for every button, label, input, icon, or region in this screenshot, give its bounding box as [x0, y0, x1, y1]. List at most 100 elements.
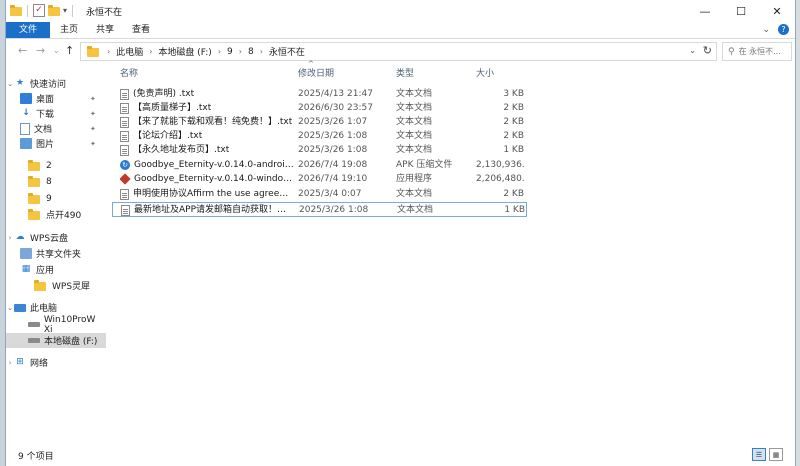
nav-desktop[interactable]: 桌面 ✦ — [6, 91, 106, 106]
file-date: 2026/7/4 19:08 — [298, 160, 368, 170]
nav-this-pc[interactable]: ⌄ 此电脑 — [6, 300, 106, 315]
nav-label: 桌面 — [36, 95, 55, 105]
properties-icon[interactable]: ✓ — [33, 4, 45, 17]
file-type: 文本文档 — [396, 89, 433, 99]
file-size: 2 KB — [503, 189, 524, 199]
tab-share[interactable]: 共享 — [86, 22, 124, 38]
column-header-name[interactable]: 名称 — [120, 66, 138, 82]
file-type: 文本文档 — [396, 103, 433, 113]
breadcrumb-this-pc[interactable]: 此电脑 — [116, 45, 143, 58]
nav-wps-cloud[interactable]: › ☁ WPS云盘 — [6, 230, 106, 245]
back-button[interactable]: ← — [18, 44, 27, 57]
chevron-right-icon: › — [238, 47, 242, 56]
breadcrumb-drive[interactable]: 本地磁盘 (F:) — [158, 45, 211, 58]
file-date: 2025/3/26 1:08 — [298, 145, 368, 155]
column-header-type[interactable]: 类型 — [396, 66, 414, 82]
pin-icon: ✦ — [90, 139, 96, 148]
file-name: 【高质量梯子】.txt — [133, 103, 212, 113]
nav-documents[interactable]: 文档 ✦ — [6, 121, 106, 136]
txt-file-icon — [120, 188, 129, 200]
file-row[interactable]: ↻ Goodbye_Eternity-v.0.14.0-android.apk 2… — [112, 158, 526, 172]
chevron-right-icon: › — [217, 47, 222, 56]
file-type: 文本文档 — [396, 131, 433, 141]
forward-button[interactable]: → — [36, 44, 45, 57]
search-icon: ⚲ — [728, 46, 735, 57]
folder-icon — [34, 280, 46, 291]
file-size: 2 KB — [503, 117, 524, 127]
nav-label: 文档 — [34, 125, 53, 135]
file-type: 文本文档 — [396, 189, 433, 199]
nav-folder-490[interactable]: 点开490 — [6, 207, 106, 222]
close-button[interactable]: ✕ — [759, 0, 795, 22]
column-header-size[interactable]: 大小 — [476, 66, 494, 82]
file-size: 3 KB — [503, 89, 524, 99]
nav-downloads[interactable]: ↓ 下载 ✦ — [6, 106, 106, 121]
file-row[interactable]: 最新地址及APP请发邮箱自动获取！！！... 2025/3/26 1:08 文本… — [112, 202, 527, 217]
breadcrumb-current[interactable]: 永恒不在 — [269, 45, 305, 58]
details-view-icon[interactable]: ☰ — [752, 448, 766, 461]
nav-win10-drive[interactable]: Win10ProW Xi — [6, 315, 106, 335]
tab-file[interactable]: 文件 — [6, 22, 50, 38]
up-button[interactable]: ↑ — [65, 44, 74, 57]
column-header-date[interactable]: 修改日期 — [298, 66, 334, 82]
breadcrumb-9[interactable]: 9 — [227, 47, 233, 57]
nav-label: 共享文件夹 — [36, 250, 82, 260]
chevron-down-icon[interactable]: ⌄ — [6, 304, 14, 312]
file-row[interactable]: 【高质量梯子】.txt 2026/6/30 23:57 文本文档 2 KB — [112, 101, 526, 115]
file-date: 2026/7/4 19:10 — [298, 174, 368, 184]
status-bar: 9 个项目 ☰ ▦ — [6, 446, 795, 466]
file-date: 2025/3/4 0:07 — [298, 189, 362, 199]
pin-icon: ✦ — [90, 94, 96, 103]
chevron-down-icon[interactable]: ⌄ — [689, 46, 696, 55]
refresh-icon[interactable]: ↻ — [703, 44, 712, 57]
maximize-button[interactable]: ☐ — [723, 0, 759, 22]
expand-ribbon-icon[interactable]: ⌄ — [762, 25, 770, 35]
nav-local-disk-f[interactable]: 本地磁盘 (F:) — [6, 333, 106, 348]
address-bar[interactable]: › 此电脑 › 本地磁盘 (F:) › 9 › 8 › 永恒不在 ⌄ ↻ — [80, 42, 717, 61]
nav-pictures[interactable]: 图片 ✦ — [6, 136, 106, 151]
file-name: 【永久地址发布页】.txt — [133, 145, 230, 155]
nav-apps[interactable]: ▦ 应用 — [6, 262, 106, 277]
computer-icon — [14, 303, 26, 312]
file-name: 申明使用协议Affirm the use agreemen... — [133, 189, 294, 199]
file-row[interactable]: 申明使用协议Affirm the use agreemen... 2025/3/… — [112, 187, 526, 201]
chevron-right-icon[interactable]: › — [6, 359, 14, 367]
chevron-right-icon[interactable]: › — [6, 234, 14, 242]
chevron-right-icon: › — [259, 47, 263, 56]
new-folder-icon[interactable] — [48, 5, 60, 16]
nav-label: 本地磁盘 (F:) — [44, 337, 98, 347]
help-icon[interactable]: ? — [778, 24, 789, 35]
file-row[interactable]: (免责声明) .txt 2025/4/13 21:47 文本文档 3 KB — [112, 87, 526, 101]
txt-file-icon — [120, 116, 129, 128]
chevron-down-icon[interactable]: ⌄ — [6, 80, 14, 88]
tab-home[interactable]: 主页 — [50, 22, 88, 38]
document-icon — [20, 122, 30, 135]
chevron-right-icon: › — [107, 47, 111, 56]
tab-view[interactable]: 查看 — [122, 22, 160, 38]
file-row[interactable]: Goodbye_Eternity-v.0.14.0-windows.e... 2… — [112, 172, 526, 186]
nav-wps-lingxi[interactable]: WPS灵犀 — [6, 278, 106, 293]
large-icons-view-icon[interactable]: ▦ — [769, 448, 783, 461]
file-size: 2,206,480... — [476, 174, 524, 184]
file-row[interactable]: 【论坛介绍】.txt 2025/3/26 1:08 文本文档 2 KB — [112, 129, 526, 143]
file-name: (免责声明) .txt — [133, 89, 195, 99]
chevron-down-icon[interactable]: ▾ — [63, 6, 67, 15]
nav-folder-8[interactable]: 8 — [6, 174, 106, 189]
file-row[interactable]: 【永久地址发布页】.txt 2025/3/26 1:08 文本文档 1 KB — [112, 143, 526, 157]
nav-folder-9[interactable]: 9 — [6, 191, 106, 206]
nav-quick-access[interactable]: ⌄ ★ 快速访问 — [6, 76, 106, 91]
nav-network[interactable]: › ⊞ 网络 — [6, 355, 106, 370]
nav-shared-folder[interactable]: 共享文件夹 — [6, 246, 106, 261]
txt-file-icon — [120, 102, 129, 114]
search-box[interactable]: ⚲ — [722, 42, 792, 61]
file-row[interactable]: 【来了就能下载和观看！纯免费！】.txt 2025/3/26 1:07 文本文档… — [112, 115, 526, 129]
breadcrumb-8[interactable]: 8 — [248, 47, 254, 57]
minimize-button[interactable]: — — [687, 0, 723, 22]
folder-icon — [87, 46, 99, 57]
file-name: 【论坛介绍】.txt — [133, 131, 203, 141]
recent-locations-icon[interactable]: ⌄ — [53, 46, 60, 55]
file-size: 2 KB — [503, 103, 524, 113]
txt-file-icon — [120, 88, 129, 100]
search-input[interactable] — [738, 47, 785, 56]
nav-folder-2[interactable]: 2 — [6, 158, 106, 173]
